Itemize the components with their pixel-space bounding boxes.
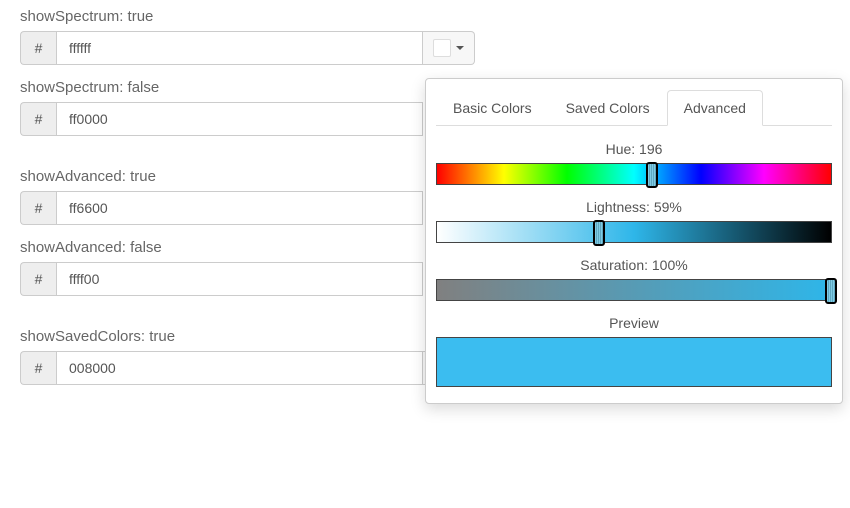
tab-advanced[interactable]: Advanced	[667, 90, 763, 126]
hash-addon: #	[20, 351, 56, 385]
lightness-handle[interactable]	[593, 220, 605, 246]
hue-handle[interactable]	[646, 162, 658, 188]
hex-input[interactable]	[56, 262, 423, 296]
field-label: showSpectrum: true	[20, 8, 830, 25]
caret-down-icon	[456, 46, 464, 50]
hex-input[interactable]	[56, 191, 423, 225]
hash-addon: #	[20, 102, 56, 136]
hex-input[interactable]	[56, 102, 423, 136]
tab-basic-colors[interactable]: Basic Colors	[436, 90, 549, 126]
field-block: showSpectrum: true #	[20, 8, 830, 65]
hash-addon: #	[20, 262, 56, 296]
color-toggle-button[interactable]	[423, 31, 475, 65]
hex-input[interactable]	[56, 351, 423, 385]
tabs: Basic Colors Saved Colors Advanced	[436, 89, 832, 126]
saturation-slider[interactable]	[436, 279, 832, 301]
preview-swatch	[436, 337, 832, 387]
saturation-handle[interactable]	[825, 278, 837, 304]
preview-label: Preview	[436, 315, 832, 331]
color-picker-popover: Basic Colors Saved Colors Advanced Hue: …	[425, 78, 843, 404]
hash-addon: #	[20, 31, 56, 65]
hue-slider[interactable]	[436, 163, 832, 185]
hash-addon: #	[20, 191, 56, 225]
swatch-icon	[433, 39, 451, 57]
hex-input[interactable]	[56, 31, 423, 65]
lightness-label: Lightness: 59%	[436, 199, 832, 215]
saturation-label: Saturation: 100%	[436, 257, 832, 273]
tab-saved-colors[interactable]: Saved Colors	[549, 90, 667, 126]
lightness-slider[interactable]	[436, 221, 832, 243]
hue-label: Hue: 196	[436, 141, 832, 157]
